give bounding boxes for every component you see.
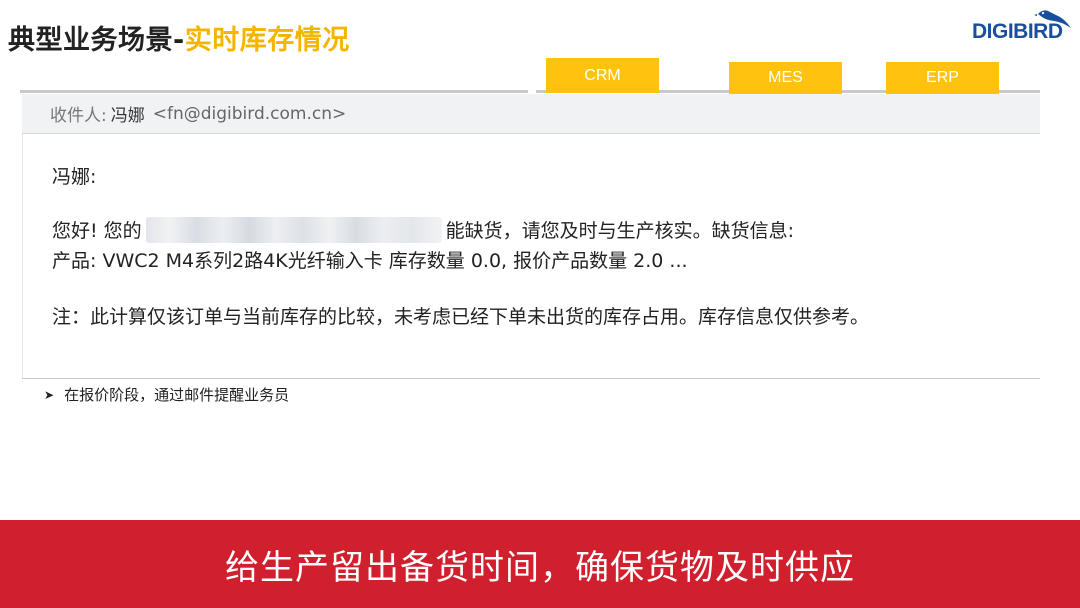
slide-title-main: 典型业务场景-	[8, 25, 185, 56]
mes-tag: MES	[729, 62, 842, 94]
bullet-point: ➤ 在报价阶段，通过邮件提醒业务员	[44, 384, 289, 405]
recipient-address[interactable]: <fn@digibird.com.cn>	[153, 104, 347, 124]
bird-icon	[1034, 10, 1071, 28]
banner-text: 给生产留出备货时间，确保货物及时供应	[225, 547, 855, 588]
recipient-label: 收件人:	[50, 106, 107, 126]
email-preview: 收件人: 冯娜 <fn@digibird.com.cn> 冯娜: 您好! 您的 …	[22, 94, 1040, 379]
slide-title: 典型业务场景-实时库存情况	[8, 18, 350, 57]
crm-tag: CRM	[546, 58, 659, 93]
email-greeting: 冯娜:	[52, 166, 97, 188]
erp-tag: ERP	[886, 62, 999, 94]
bullet-text: 在报价阶段，通过邮件提醒业务员	[64, 386, 290, 404]
arrow-bullet-icon: ➤	[44, 387, 55, 402]
email-note-line: 注：此计算仅该订单与当前库存的比较，未考虑已经下单未出货的库存占用。库存信息仅供…	[52, 306, 870, 328]
digibird-logo: DIGIBIRD	[970, 6, 1075, 48]
recipient-name[interactable]: 冯娜	[111, 101, 145, 126]
notice-suffix: 能缺货，请您及时与生产核实。缺货信息:	[445, 220, 795, 242]
email-product-line: 产品: VWC2 M4系列2路4K光纤输入卡 库存数量 0.0, 报价产品数量 …	[52, 250, 688, 272]
recipient-bar: 收件人: 冯娜 <fn@digibird.com.cn>	[22, 94, 1040, 134]
redacted-text	[145, 216, 442, 243]
slide-title-accent: 实时库存情况	[184, 25, 350, 56]
notice-prefix: 您好! 您的	[52, 220, 142, 242]
summary-banner: 给生产留出备货时间，确保货物及时供应	[0, 520, 1080, 608]
email-notice-line: 您好! 您的 能缺货，请您及时与生产核实。缺货信息:	[52, 216, 794, 243]
